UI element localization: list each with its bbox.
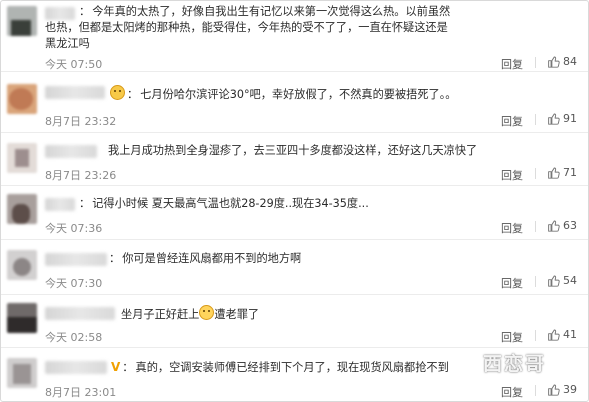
crying-emoji-icon [199,305,215,320]
comment-item: ：记得小时候 夏天最高气温也就28-29度..现在34-35度... 今天 07… [1,186,588,240]
like-button[interactable]: 63 [547,219,577,232]
like-button[interactable]: 91 [547,112,577,125]
comment-item: ：今年真的太热了，好像自我出生有记忆以来第一次觉得这么热。以前虽然也热，但都是太… [1,1,588,72]
comment-text: ：今年真的太热了，好像自我出生有记忆以来第一次觉得这么热。以前虽然也热，但都是太… [45,5,451,50]
comment-list: ：今年真的太热了，好像自我出生有记忆以来第一次觉得这么热。以前虽然也热，但都是太… [0,0,589,402]
thumbs-up-icon [548,167,560,179]
reply-button[interactable]: 回复 [501,56,523,72]
divider [535,114,536,125]
reply-button[interactable]: 回复 [501,384,523,400]
comment-text: 我上月成功热到全身湿疹了，去三亚四十多度都没这样，还好这几天凉快了 [108,144,478,157]
like-count: 41 [563,328,577,341]
avatar[interactable] [7,6,37,36]
like-button[interactable]: 84 [547,55,577,68]
avatar[interactable] [7,303,37,333]
comment-item: ：你可是曾经连风扇都用不到的地方啊 今天 07:30 回复 54 [1,240,588,295]
reply-button[interactable]: 回复 [501,275,523,291]
comment-time: 今天 07:36 [45,222,103,235]
comment-time: 今天 07:30 [45,277,103,290]
avatar[interactable] [7,358,37,388]
comment-time: 今天 02:58 [45,331,103,344]
comment-item: 坐月子正好赶上 遭老罪了 今天 02:58 回复 41 [1,295,588,348]
comment-time: 8月7日 23:01 [45,386,117,399]
divider [535,385,536,396]
thumbs-up-icon [548,113,560,125]
avatar[interactable] [7,84,37,114]
comment-text: ：七月份哈尔滨评论30°吧，幸好放假了，不然真的要被捂死了。。 [45,85,465,103]
divider [535,276,536,287]
like-button[interactable]: 41 [547,328,577,341]
reply-button[interactable]: 回复 [501,220,523,236]
like-count: 39 [563,383,577,396]
thumbs-up-icon [548,329,560,341]
divider [535,168,536,179]
like-button[interactable]: 39 [547,383,577,396]
comment-text: ：你可是曾经连风扇都用不到的地方啊 [109,252,302,265]
reply-button[interactable]: 回复 [501,329,523,345]
reply-button[interactable]: 回复 [501,167,523,183]
comment-text: V：真的，空调安装师傅已经排到下个月了，现在现货风扇都抢不到 [111,360,449,374]
comment-time: 8月7日 23:26 [45,169,117,182]
verified-v-icon: V [111,360,121,374]
emoji-icon [110,85,125,102]
comment-time: 今天 07:50 [45,58,103,71]
thumbs-up-icon [548,56,560,68]
comment-item: ：七月份哈尔滨评论30°吧，幸好放假了，不然真的要被捂死了。。 8月7日 23:… [1,72,588,133]
like-count: 84 [563,55,577,68]
thumbs-up-icon [548,220,560,232]
comment-text: ：记得小时候 夏天最高气温也就28-29度..现在34-35度... [79,197,369,210]
comment-item: 我上月成功热到全身湿疹了，去三亚四十多度都没这样，还好这几天凉快了 8月7日 2… [1,133,588,186]
reply-button[interactable]: 回复 [501,113,523,129]
comment-text: 坐月子正好赶上 遭老罪了 [45,305,465,323]
thumbs-up-icon [548,384,560,396]
comment-time: 8月7日 23:32 [45,115,117,128]
divider [535,330,536,341]
avatar[interactable] [7,143,37,173]
thumbs-up-icon [548,275,560,287]
like-button[interactable]: 71 [547,166,577,179]
like-count: 54 [563,274,577,287]
like-count: 63 [563,219,577,232]
divider [535,221,536,232]
avatar[interactable] [7,194,37,224]
like-count: 71 [563,166,577,179]
like-count: 91 [563,112,577,125]
like-button[interactable]: 54 [547,274,577,287]
watermark: 西恋哥 [483,353,547,375]
divider [535,57,536,68]
avatar[interactable] [7,250,37,280]
